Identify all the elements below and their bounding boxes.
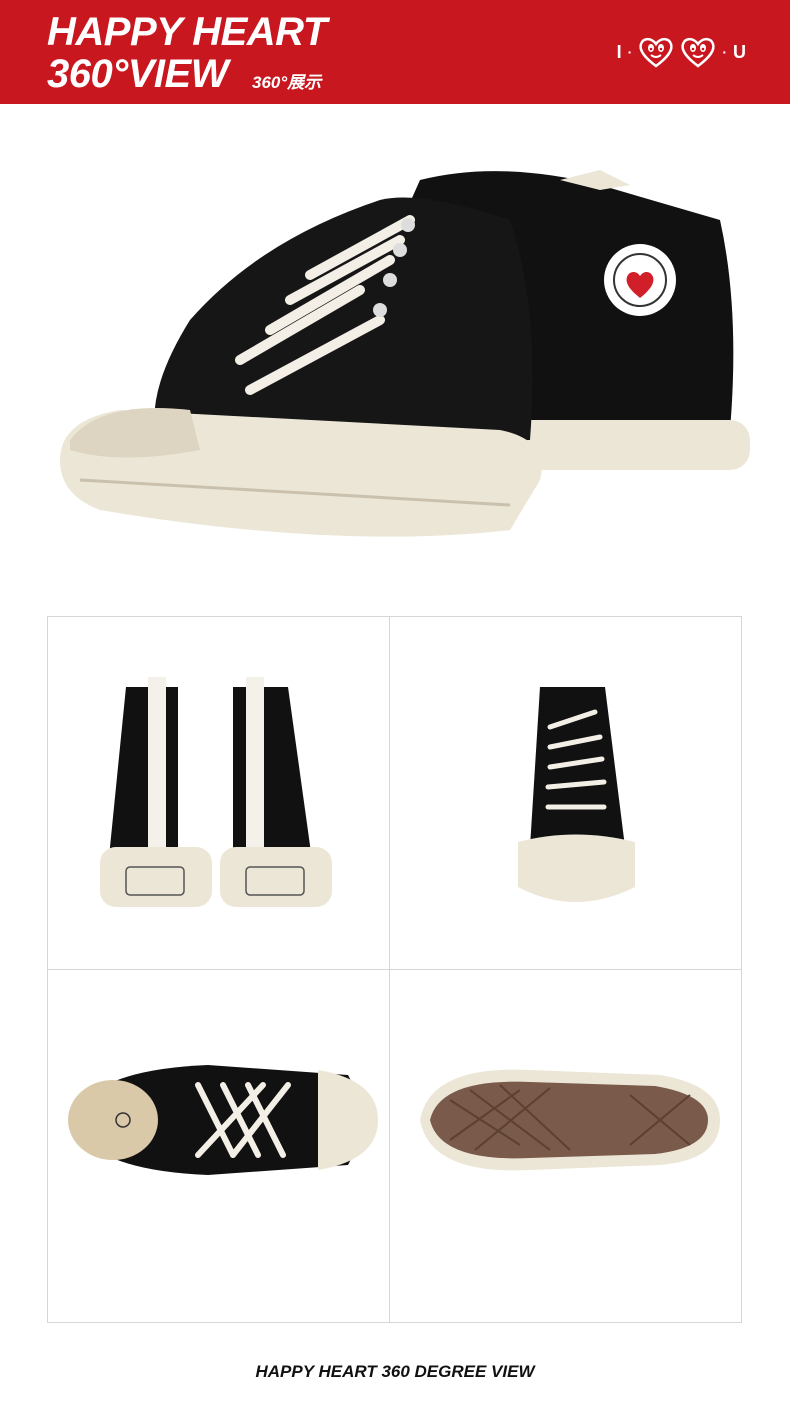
brand-dot: ·	[722, 44, 727, 60]
header-banner: HAPPY HEART 360°VIEW 360°展示 I · · U	[0, 0, 790, 104]
front-side-view-image	[390, 617, 731, 969]
header-title-cn: 360°展示	[252, 73, 322, 92]
header-title-line2: 360°VIEW	[47, 52, 228, 96]
brand-letter-i: I	[616, 41, 622, 62]
footer-caption: HAPPY HEART 360 DEGREE VIEW	[255, 1362, 535, 1381]
heart-face-icon	[639, 37, 673, 68]
top-view-image	[48, 970, 389, 1322]
view-grid	[47, 616, 742, 1323]
sole-view-image	[390, 970, 731, 1322]
back-view-image	[48, 617, 389, 969]
brand-letter-u: U	[733, 41, 746, 62]
heart-face-icon	[681, 37, 715, 68]
brand-dot: ·	[627, 44, 633, 60]
brand-logo: I · · U	[617, 30, 746, 74]
header-title-line1: HAPPY HEART	[47, 10, 327, 54]
hero-product-image	[40, 150, 750, 590]
sneaker-front-illustration	[60, 197, 542, 537]
